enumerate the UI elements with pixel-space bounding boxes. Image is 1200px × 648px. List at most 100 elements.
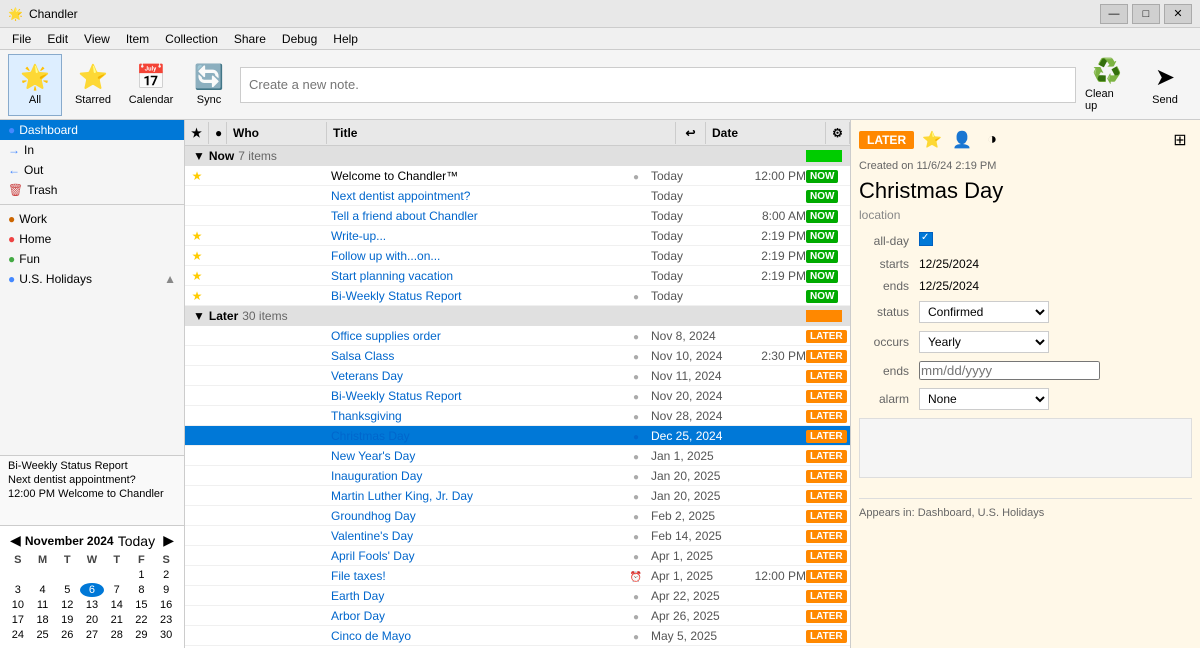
row-title[interactable]: Arbor Day <box>327 609 621 623</box>
th-title[interactable]: Title <box>327 122 676 144</box>
cal-day[interactable]: 29 <box>130 628 154 642</box>
cal-day[interactable]: 23 <box>154 613 178 627</box>
event-title[interactable]: Christmas Day <box>859 178 1192 204</box>
cleanup-button[interactable]: ♻️ Clean up <box>1080 54 1134 116</box>
cal-day[interactable]: 3 <box>6 583 30 597</box>
cal-day[interactable]: 13 <box>80 598 104 612</box>
menu-debug[interactable]: Debug <box>274 30 325 48</box>
menu-view[interactable]: View <box>76 30 118 48</box>
detail-expand-button[interactable]: ⊞ <box>1168 128 1192 152</box>
menu-item[interactable]: Item <box>118 30 157 48</box>
row-title[interactable]: Valentine's Day <box>327 529 621 543</box>
cal-day[interactable]: 20 <box>80 613 104 627</box>
table-row[interactable]: Earth Day ● Apr 22, 2025 LATER <box>185 586 850 606</box>
cal-day[interactable]: 17 <box>6 613 30 627</box>
menu-share[interactable]: Share <box>226 30 274 48</box>
sidebar-item-in[interactable]: → In <box>0 140 184 160</box>
cal-day[interactable]: 24 <box>6 628 30 642</box>
cal-day[interactable]: 6 <box>80 583 104 597</box>
table-row[interactable]: ★ Bi-Weekly Status Report ● Today NOW <box>185 286 850 306</box>
cal-day[interactable]: 4 <box>31 583 55 597</box>
row-title[interactable]: Welcome to Chandler™ <box>327 169 621 183</box>
occurs-select[interactable]: Once Daily Weekly Monthly Yearly <box>919 331 1049 353</box>
table-row[interactable]: Valentine's Day ● Feb 14, 2025 LATER <box>185 526 850 546</box>
row-title[interactable]: April Fools' Day <box>327 549 621 563</box>
cal-day[interactable]: 30 <box>154 628 178 642</box>
note-input[interactable] <box>240 67 1076 103</box>
cal-day[interactable]: 1 <box>130 568 154 582</box>
cal-day[interactable]: 2 <box>154 568 178 582</box>
th-who[interactable]: Who <box>227 122 327 144</box>
cal-today-button[interactable]: Today <box>114 533 159 549</box>
cal-day[interactable]: 14 <box>105 598 129 612</box>
minimize-button[interactable]: — <box>1100 4 1128 24</box>
cal-day[interactable]: 11 <box>31 598 55 612</box>
table-row[interactable]: Next dentist appointment? Today NOW <box>185 186 850 206</box>
table-row[interactable]: Thanksgiving ● Nov 28, 2024 LATER <box>185 406 850 426</box>
row-title[interactable]: Groundhog Day <box>327 509 621 523</box>
table-row[interactable]: Office supplies order ● Nov 8, 2024 LATE… <box>185 326 850 346</box>
cal-day[interactable]: 27 <box>80 628 104 642</box>
row-title[interactable]: Next dentist appointment? <box>327 189 621 203</box>
calendar-button[interactable]: 📅 Calendar <box>124 54 178 116</box>
cal-day[interactable]: 19 <box>55 613 79 627</box>
cal-day[interactable]: 21 <box>105 613 129 627</box>
starts-value[interactable]: 12/25/2024 <box>919 257 1192 271</box>
menu-file[interactable]: File <box>4 30 39 48</box>
cal-day[interactable]: 8 <box>130 583 154 597</box>
later-toggle[interactable]: ▼ <box>193 309 205 323</box>
table-row[interactable]: Arbor Day ● Apr 26, 2025 LATER <box>185 606 850 626</box>
row-title[interactable]: Earth Day <box>327 589 621 603</box>
cal-day[interactable]: 22 <box>130 613 154 627</box>
row-title[interactable]: File taxes! <box>327 569 621 583</box>
table-row[interactable]: ★ Follow up with...on... Today 2:19 PM N… <box>185 246 850 266</box>
starred-button[interactable]: ⭐ Starred <box>66 54 120 116</box>
table-row[interactable]: Salsa Class ● Nov 10, 2024 2:30 PM LATER <box>185 346 850 366</box>
cal-day[interactable]: 26 <box>55 628 79 642</box>
sidebar-item-fun[interactable]: ● Fun <box>0 249 184 269</box>
cal-day[interactable]: 10 <box>6 598 30 612</box>
row-title[interactable]: Christmas Day <box>327 429 621 443</box>
row-title[interactable]: Tell a friend about Chandler <box>327 209 621 223</box>
location-field[interactable]: location <box>859 208 1192 222</box>
table-row[interactable]: Christmas Day ● Dec 25, 2024 LATER <box>185 426 850 446</box>
row-title[interactable]: Veterans Day <box>327 369 621 383</box>
all-button[interactable]: 🌟 All <box>8 54 62 116</box>
cal-day[interactable]: 16 <box>154 598 178 612</box>
menu-collection[interactable]: Collection <box>157 30 226 48</box>
row-title[interactable]: Salsa Class <box>327 349 621 363</box>
allday-checkbox[interactable] <box>919 232 933 246</box>
row-title[interactable]: Thanksgiving <box>327 409 621 423</box>
cal-day[interactable]: 12 <box>55 598 79 612</box>
table-row[interactable]: ★ Start planning vacation Today 2:19 PM … <box>185 266 850 286</box>
row-title[interactable]: Write-up... <box>327 229 621 243</box>
detail-clock-button[interactable]: ◑ <box>980 128 1004 152</box>
table-row[interactable]: Martin Luther King, Jr. Day ● Jan 20, 20… <box>185 486 850 506</box>
ends2-input[interactable] <box>919 361 1100 380</box>
table-row[interactable]: Bi-Weekly Status Report ● Nov 20, 2024 L… <box>185 386 850 406</box>
row-title[interactable]: Office supplies order <box>327 329 621 343</box>
cal-day[interactable]: 25 <box>31 628 55 642</box>
cal-next-button[interactable]: ▶ <box>159 532 178 549</box>
row-title[interactable]: Inauguration Day <box>327 469 621 483</box>
sidebar-item-usholidays[interactable]: ● U.S. Holidays ▲ <box>0 269 184 289</box>
table-row[interactable]: Cinco de Mayo ● May 5, 2025 LATER <box>185 626 850 646</box>
row-title[interactable]: Follow up with...on... <box>327 249 621 263</box>
cal-day[interactable]: 5 <box>55 583 79 597</box>
alarm-select[interactable]: None At event 5 minutes before 15 minute… <box>919 388 1049 410</box>
row-title[interactable]: Cinco de Mayo <box>327 629 621 643</box>
sidebar-item-home[interactable]: ● Home <box>0 229 184 249</box>
menu-edit[interactable]: Edit <box>39 30 76 48</box>
cal-day[interactable]: 9 <box>154 583 178 597</box>
detail-star-button[interactable]: ⭐ <box>920 128 944 152</box>
row-title[interactable]: Start planning vacation <box>327 269 621 283</box>
ends-value[interactable]: 12/25/2024 <box>919 279 1192 293</box>
table-row[interactable]: File taxes! ⏰ Apr 1, 2025 12:00 PM LATER <box>185 566 850 586</box>
cal-day[interactable]: 7 <box>105 583 129 597</box>
table-row[interactable]: ★ Welcome to Chandler™ ● Today 12:00 PM … <box>185 166 850 186</box>
menu-help[interactable]: Help <box>325 30 366 48</box>
sync-button[interactable]: 🔄 Sync <box>182 54 236 116</box>
th-date[interactable]: Date <box>706 122 826 144</box>
now-toggle[interactable]: ▼ <box>193 149 205 163</box>
maximize-button[interactable]: □ <box>1132 4 1160 24</box>
